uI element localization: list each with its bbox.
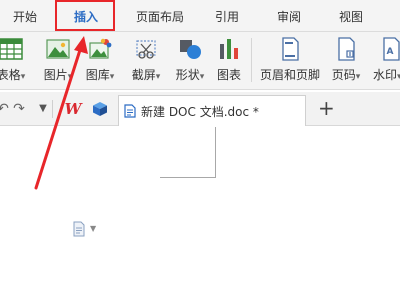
ribbon-screenshot-label: 截屏 bbox=[131, 68, 156, 82]
screenshot-icon bbox=[136, 40, 156, 59]
ribbon-gallery-label: 图库 bbox=[85, 68, 110, 82]
tab-review[interactable]: 审阅 bbox=[274, 8, 304, 26]
shapes-icon bbox=[180, 40, 201, 59]
svg-text:A: A bbox=[387, 47, 394, 57]
ribbon-picture-label: 图片 bbox=[43, 68, 68, 82]
new-tab-button[interactable]: + bbox=[318, 98, 335, 118]
ribbon-screenshot-button[interactable]: 截屏▾ bbox=[126, 32, 166, 90]
highlight-box bbox=[55, 0, 115, 31]
document-tab[interactable]: 新建 DOC 文档.doc * bbox=[118, 95, 306, 126]
ribbon-table-button[interactable]: 表格▾ bbox=[0, 32, 28, 90]
page-number-icon bbox=[338, 37, 355, 61]
chevron-down-icon: ▾ bbox=[155, 72, 161, 82]
margin-corner-mark bbox=[215, 127, 216, 177]
ribbon-page-number-button[interactable]: 页码▾ bbox=[326, 32, 366, 90]
table-icon bbox=[0, 38, 23, 60]
chevron-down-icon: ▾ bbox=[355, 72, 361, 82]
ribbon-gallery-button[interactable]: 图库▾ bbox=[80, 32, 120, 90]
watermark-icon: A bbox=[383, 37, 400, 61]
tab-view[interactable]: 视图 bbox=[336, 8, 366, 26]
chart-icon bbox=[220, 39, 238, 59]
chevron-down-icon: ▾ bbox=[20, 72, 26, 82]
document-tab-title: 新建 DOC 文档.doc * bbox=[141, 105, 259, 119]
ribbon-chart-label: 图表 bbox=[216, 68, 241, 82]
ribbon-watermark-button[interactable]: A 水印▾ bbox=[371, 32, 400, 90]
picture-icon bbox=[46, 39, 70, 59]
ribbon-page-number-label: 页码 bbox=[331, 68, 356, 82]
ribbon-table-label: 表格 bbox=[0, 68, 21, 82]
toolbar-separator bbox=[52, 100, 53, 118]
undo-icon[interactable]: ↶ bbox=[0, 101, 10, 117]
chevron-down-icon: ▾ bbox=[109, 72, 115, 82]
chevron-down-icon[interactable]: ▼ bbox=[90, 224, 96, 233]
ribbon-header-footer-button[interactable]: 页眉和页脚 bbox=[256, 32, 324, 90]
ribbon-watermark-label: 水印 bbox=[373, 68, 398, 82]
wps-logo-icon[interactable]: W bbox=[62, 101, 84, 117]
gallery-icon bbox=[89, 38, 112, 59]
ribbon-shapes-button[interactable]: 形状▾ bbox=[170, 32, 210, 90]
ribbon-chart-button[interactable]: 图表 bbox=[212, 32, 246, 90]
cube-icon[interactable] bbox=[92, 101, 108, 117]
chevron-down-icon: ▾ bbox=[199, 72, 205, 82]
ribbon-insert: 表格▾ 图片▾ 图库▾ 截屏▾ 形状▾ 图表 页眉和页脚 页码▾ A 水印▾ bbox=[0, 32, 400, 90]
document-tab-strip: ↶ ↷ ▼ W 新建 DOC 文档.doc * + bbox=[0, 92, 400, 126]
tab-page-layout[interactable]: 页面布局 bbox=[132, 8, 188, 26]
ribbon-separator bbox=[251, 38, 252, 82]
chevron-down-icon: ▾ bbox=[67, 72, 73, 82]
ribbon-picture-button[interactable]: 图片▾ bbox=[38, 32, 78, 90]
paste-options-icon[interactable] bbox=[72, 221, 86, 237]
tab-references[interactable]: 引用 bbox=[212, 8, 242, 26]
chevron-down-icon[interactable]: ▼ bbox=[38, 101, 48, 117]
tab-home[interactable]: 开始 bbox=[6, 8, 44, 26]
redo-icon[interactable]: ↷ bbox=[12, 101, 26, 117]
document-page[interactable]: ▼ bbox=[0, 127, 400, 300]
ribbon-header-footer-label: 页眉和页脚 bbox=[259, 68, 320, 82]
header-footer-icon bbox=[282, 37, 299, 61]
ribbon-shapes-label: 形状 bbox=[175, 68, 200, 82]
document-icon bbox=[124, 104, 136, 118]
margin-corner-mark bbox=[160, 177, 216, 178]
